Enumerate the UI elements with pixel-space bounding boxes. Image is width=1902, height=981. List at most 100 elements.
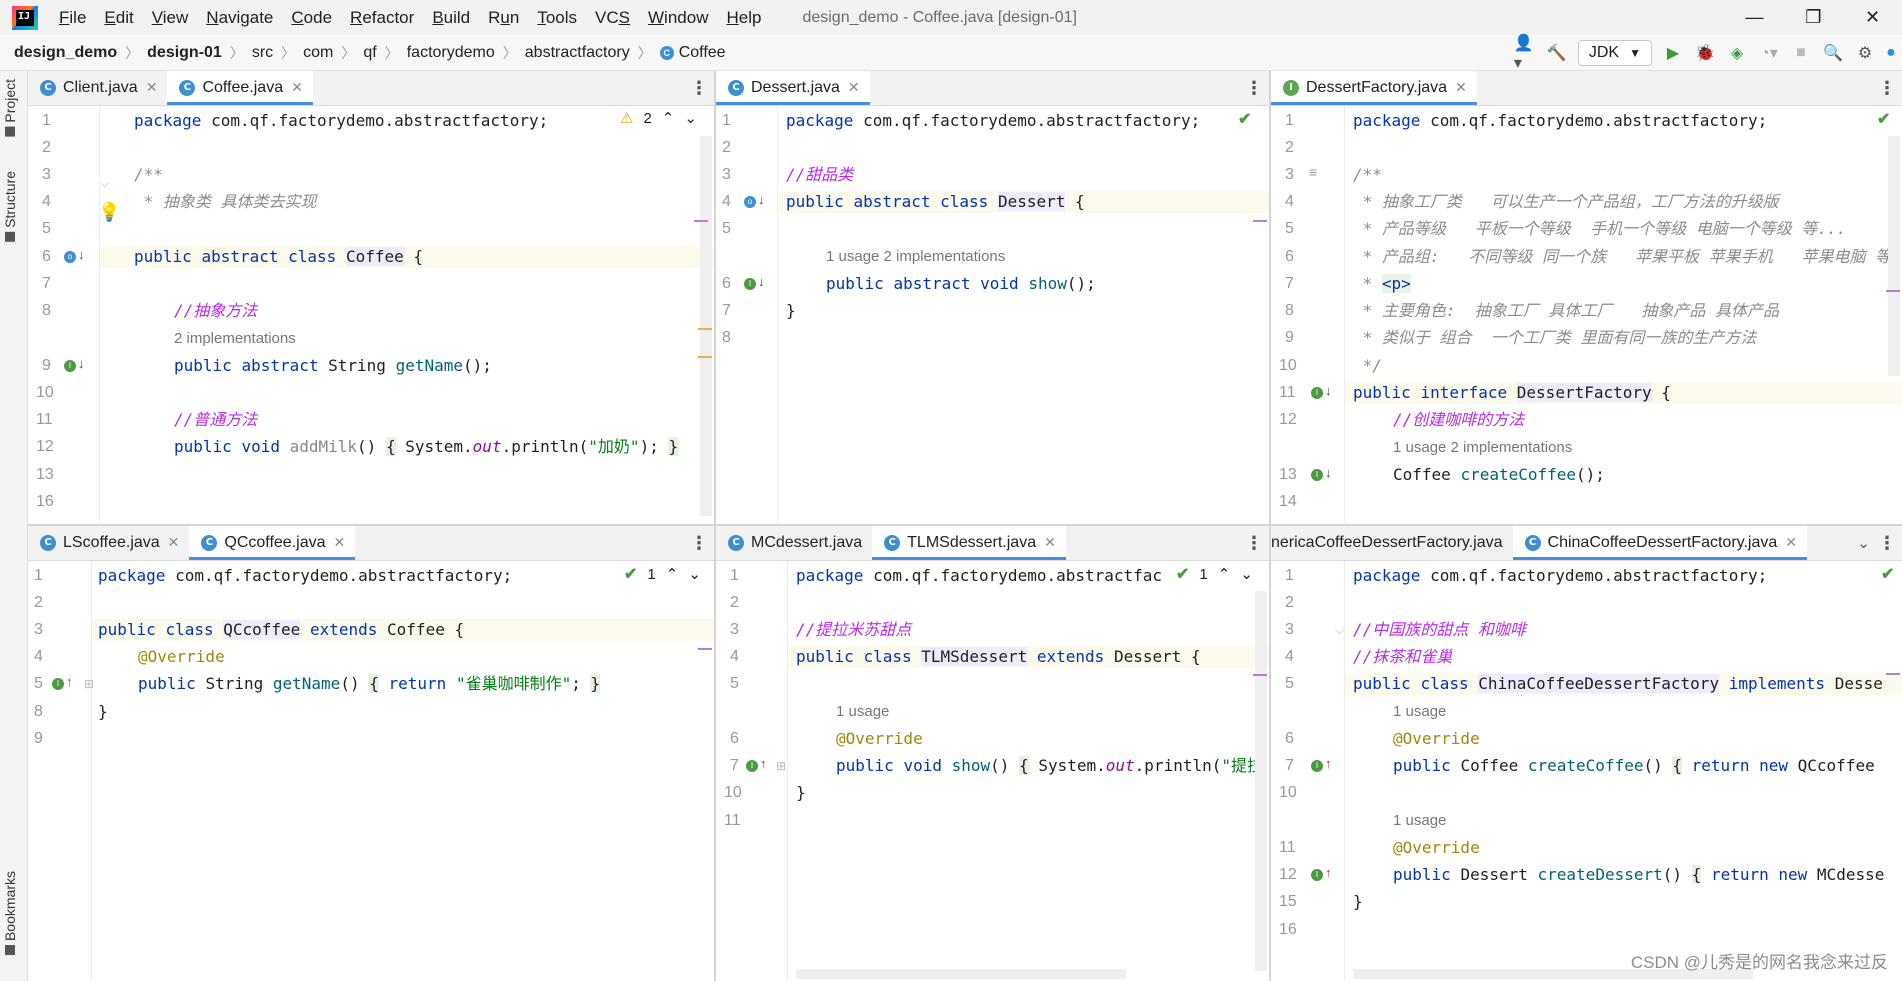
tab-dessertfactory-java[interactable]: I DessertFactory.java ✕ [1271, 71, 1477, 105]
menu-tools[interactable]: Tools [528, 0, 586, 35]
more-options-icon[interactable]: ⋮ [1245, 71, 1263, 106]
implemented-interface-icon[interactable]: I [1311, 387, 1323, 399]
vertical-scrollbar[interactable] [700, 136, 712, 516]
menu-build[interactable]: Build [423, 0, 479, 35]
implemented-method-icon[interactable]: I [1311, 469, 1323, 481]
breadcrumb-src[interactable]: src [252, 44, 273, 62]
tab-coffee-java[interactable]: C Coffee.java ✕ [167, 71, 314, 105]
tab-tlmsdessert-java[interactable]: C TLMSdessert.java ✕ [872, 526, 1066, 560]
menu-edit[interactable]: Edit [95, 0, 142, 35]
implements-method-icon[interactable]: I [1311, 760, 1323, 772]
inspection-widget[interactable]: ✔ [1877, 109, 1890, 129]
vertical-scrollbar[interactable] [1255, 591, 1267, 971]
menu-file[interactable]: File [50, 0, 95, 35]
usages-hint[interactable]: 1 usage 2 implementations [826, 246, 1005, 268]
search-icon[interactable]: 🔍 [1822, 42, 1844, 64]
tab-qccoffee-java[interactable]: C QCcoffee.java ✕ [189, 526, 356, 560]
code-area[interactable]: package com.qf.factorydemo.abstractfac /… [788, 561, 1269, 981]
implementations-hint[interactable]: 2 implementations [174, 328, 296, 350]
breadcrumb-coffee[interactable]: C Coffee [659, 44, 726, 62]
chevron-down-icon[interactable]: ⌄ [684, 109, 697, 127]
close-button[interactable]: ✕ [1843, 0, 1902, 35]
usages-hint[interactable]: 1 usage 2 implementations [1393, 437, 1572, 459]
coverage-icon[interactable]: ◈ [1726, 42, 1748, 64]
more-options-icon[interactable]: ⋮ [690, 71, 708, 106]
usages-hint[interactable]: 1 usage [1393, 701, 1446, 723]
profile-icon[interactable]: ◔▾ [1758, 42, 1780, 64]
menu-code[interactable]: Code [282, 0, 341, 35]
inspection-widget[interactable]: ✔ 1 ⌃ ⌄ [624, 564, 701, 584]
more-options-icon[interactable]: ⋮ [690, 526, 708, 561]
close-icon[interactable]: ✕ [334, 534, 346, 551]
fold-icon[interactable]: ⌵ [1335, 623, 1344, 638]
chevron-down-icon[interactable]: ⌄ [1857, 526, 1870, 561]
implemented-method-icon[interactable]: I [64, 360, 76, 372]
close-icon[interactable]: ✕ [1785, 534, 1797, 551]
implements-method-icon[interactable]: I [52, 678, 64, 690]
breadcrumb-qf[interactable]: qf [363, 44, 376, 62]
stop-icon[interactable]: ■ [1790, 42, 1812, 64]
project-tool-tab[interactable]: Project [2, 79, 18, 137]
minimize-button[interactable]: — [1725, 0, 1784, 35]
chevron-down-icon[interactable]: ⌄ [688, 565, 701, 583]
horizontal-scrollbar[interactable] [796, 969, 1126, 979]
structure-tool-tab[interactable]: Structure [2, 171, 18, 242]
implements-method-icon[interactable]: I [1311, 869, 1323, 881]
menu-view[interactable]: View [143, 0, 198, 35]
tab-lscoffee-java[interactable]: C LScoffee.java ✕ [28, 526, 189, 560]
user-icon[interactable]: 👤▾ [1514, 35, 1536, 72]
close-icon[interactable]: ✕ [291, 79, 303, 96]
doc-render-icon[interactable]: ≡ [1309, 164, 1317, 180]
menu-window[interactable]: Window [639, 0, 717, 35]
inspection-widget[interactable]: ⚠ 2 ⌃ ⌄ [620, 109, 697, 128]
breadcrumb-com[interactable]: com [303, 44, 333, 62]
close-icon[interactable]: ✕ [848, 79, 860, 96]
chevron-up-icon[interactable]: ⌃ [662, 109, 675, 127]
close-icon[interactable]: ✕ [168, 534, 180, 551]
run-config-select[interactable]: JDK ▼ [1577, 40, 1652, 66]
implements-method-icon[interactable]: I [746, 760, 758, 772]
bookmarks-tool-tab[interactable]: Bookmarks [2, 871, 18, 956]
settings-gear-icon[interactable]: ⚙ [1854, 42, 1876, 64]
tab-client-java[interactable]: C Client.java ✕ [28, 71, 167, 105]
code-area[interactable]: package com.qf.factorydemo.abstractfacto… [92, 561, 714, 981]
tab-chinacoffeedessertfactory-java[interactable]: C ChinaCoffeeDessertFactory.java ✕ [1512, 526, 1808, 560]
implemented-method-icon[interactable]: I [744, 278, 756, 290]
tab-mcdessert-java[interactable]: C MCdessert.java [716, 526, 872, 560]
inspection-widget[interactable]: ✔ 1 ⌃ ⌄ [1170, 564, 1253, 584]
breadcrumb-factorydemo[interactable]: factorydemo [407, 44, 495, 62]
usages-hint[interactable]: 1 usage [836, 701, 889, 723]
menu-run[interactable]: Run [479, 0, 528, 35]
tab-americacoffeedessertfactory-java[interactable]: nericaCoffeeDessertFactory.java [1271, 526, 1513, 560]
code-area[interactable]: package com.qf.factorydemo.abstractfacto… [778, 106, 1269, 524]
close-icon[interactable]: ✕ [1044, 534, 1056, 551]
close-icon[interactable]: ✕ [1455, 79, 1467, 96]
debug-icon[interactable]: 🐞 [1694, 42, 1716, 64]
tab-dessert-java[interactable]: C Dessert.java ✕ [716, 71, 870, 105]
menu-vcs[interactable]: VCS [586, 0, 639, 35]
vertical-scrollbar[interactable] [1888, 136, 1900, 376]
usages-hint[interactable]: 1 usage [1393, 810, 1446, 832]
more-options-icon[interactable]: ⋮ [1245, 526, 1263, 561]
breadcrumb-project[interactable]: design_demo [14, 44, 117, 62]
plugin-icon[interactable]: ● [1886, 42, 1896, 64]
breadcrumb-module[interactable]: design-01 [147, 44, 222, 62]
more-options-icon[interactable]: ⋮ [1878, 71, 1896, 106]
chevron-down-icon[interactable]: ⌄ [1240, 565, 1253, 583]
inspection-widget[interactable]: ✔ [1877, 564, 1899, 584]
close-icon[interactable]: ✕ [146, 79, 158, 96]
restore-button[interactable]: ❐ [1784, 0, 1843, 35]
menu-refactor[interactable]: Refactor [341, 0, 423, 35]
code-area[interactable]: package com.qf.factorydemo.abstractfacto… [1345, 561, 1902, 981]
overridden-method-icon[interactable]: o [64, 251, 76, 263]
run-icon[interactable]: ▶ [1662, 42, 1684, 64]
code-area[interactable]: package com.qf.factorydemo.abstractfacto… [100, 106, 714, 524]
overridden-class-icon[interactable]: o [744, 196, 756, 208]
inspection-widget[interactable]: ✔ [1238, 109, 1251, 129]
build-hammer-icon[interactable]: 🔨 [1546, 42, 1568, 64]
menu-navigate[interactable]: Navigate [197, 0, 282, 35]
code-area[interactable]: package com.qf.factorydemo.abstractfacto… [1345, 106, 1902, 524]
more-options-icon[interactable]: ⋮ [1878, 526, 1896, 561]
fold-icon[interactable]: ⊞ [776, 759, 786, 773]
menu-help[interactable]: Help [717, 0, 770, 35]
